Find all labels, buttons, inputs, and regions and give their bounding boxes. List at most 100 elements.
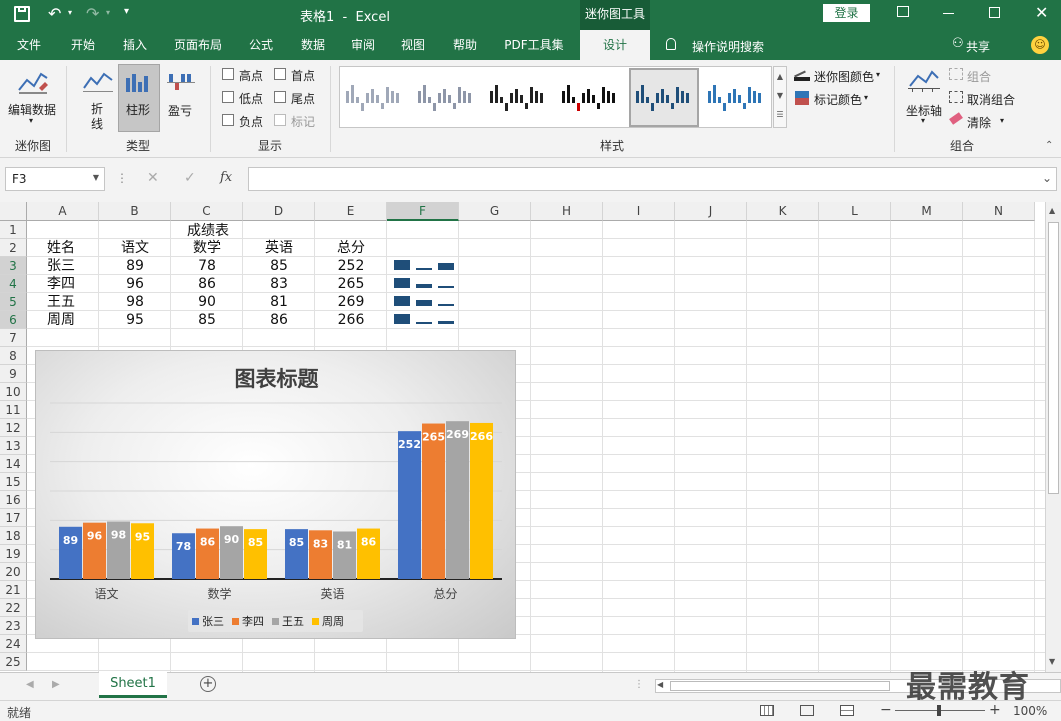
ungroup-button[interactable]: 取消组合 <box>967 91 1015 108</box>
row-header-23[interactable]: 23 <box>0 617 27 635</box>
data-cell[interactable]: 86 <box>243 311 315 329</box>
header-cell[interactable]: 总分 <box>315 239 387 257</box>
undo-icon[interactable]: ↶ <box>48 4 61 23</box>
bar-王五-总分[interactable] <box>446 421 469 579</box>
data-cell[interactable]: 王五 <box>27 293 99 311</box>
row-header-6[interactable]: 6 <box>0 311 27 329</box>
tab-home[interactable]: 开始 <box>58 30 108 60</box>
row-header-11[interactable]: 11 <box>0 401 27 419</box>
data-cell[interactable]: 85 <box>171 311 243 329</box>
marker-color-button[interactable]: 标记颜色 <box>814 91 862 108</box>
page-break-view-icon[interactable] <box>840 705 854 716</box>
column-header-K[interactable]: K <box>747 202 819 221</box>
column-header-M[interactable]: M <box>891 202 963 221</box>
tab-pdf-tools[interactable]: PDF工具集 <box>494 30 574 60</box>
scroll-left-icon[interactable]: ◀ <box>657 680 663 689</box>
clear-arrow[interactable]: ▾ <box>1000 116 1004 125</box>
zoom-level[interactable]: 100% <box>1013 704 1047 718</box>
row-header-22[interactable]: 22 <box>0 599 27 617</box>
expand-formula-icon[interactable]: ⌄ <box>1042 171 1052 185</box>
first-point-checkbox[interactable] <box>274 68 286 80</box>
vertical-scrollbar[interactable]: ▲ ▼ <box>1045 202 1061 672</box>
row-header-20[interactable]: 20 <box>0 563 27 581</box>
next-sheet-icon[interactable]: ▶ <box>52 679 60 690</box>
row-header-21[interactable]: 21 <box>0 581 27 599</box>
axis-button[interactable]: 坐标轴 ▾ <box>902 66 946 132</box>
row-header-12[interactable]: 12 <box>0 419 27 437</box>
collapse-ribbon-icon[interactable]: ⌃ <box>1045 140 1053 151</box>
high-point-checkbox[interactable] <box>222 68 234 80</box>
smiley-icon[interactable]: ☺ <box>1031 36 1049 54</box>
zoom-out-icon[interactable]: − <box>880 702 892 718</box>
redo-dropdown-icon[interactable]: ▾ <box>106 8 110 17</box>
name-box-dropdown-icon[interactable]: ▼ <box>93 173 99 182</box>
data-cell[interactable]: 269 <box>315 293 387 311</box>
minimize-icon[interactable] <box>943 13 954 14</box>
data-cell[interactable]: 李四 <box>27 275 99 293</box>
data-cell[interactable]: 98 <box>99 293 171 311</box>
column-header-J[interactable]: J <box>675 202 747 221</box>
column-header-B[interactable]: B <box>99 202 171 221</box>
redo-icon[interactable]: ↷ <box>86 4 99 23</box>
data-cell[interactable]: 83 <box>243 275 315 293</box>
low-point-checkbox[interactable] <box>222 91 234 103</box>
tab-view[interactable]: 视图 <box>388 30 438 60</box>
row-header-10[interactable]: 10 <box>0 383 27 401</box>
maximize-icon[interactable] <box>989 7 1000 18</box>
scroll-up-icon[interactable]: ▲ <box>1049 206 1055 215</box>
data-cell[interactable]: 周周 <box>27 311 99 329</box>
column-header-D[interactable]: D <box>243 202 315 221</box>
clear-button[interactable]: 清除 <box>967 114 991 131</box>
tab-file[interactable]: 文件 <box>4 30 54 60</box>
column-header-A[interactable]: A <box>27 202 99 221</box>
undo-dropdown-icon[interactable]: ▾ <box>68 8 72 17</box>
data-cell[interactable]: 张三 <box>27 257 99 275</box>
column-header-I[interactable]: I <box>603 202 675 221</box>
bar-李四-总分[interactable] <box>422 423 445 579</box>
page-layout-view-icon[interactable] <box>800 705 814 716</box>
cancel-formula-icon[interactable]: ✕ <box>147 170 159 186</box>
negative-point-checkbox[interactable] <box>222 114 234 126</box>
row-header-5[interactable]: 5 <box>0 293 27 311</box>
sparkline-color-button[interactable]: 迷你图颜色 <box>814 68 874 85</box>
row-header-3[interactable]: 3 <box>0 257 27 275</box>
row-header-19[interactable]: 19 <box>0 545 27 563</box>
chart-legend[interactable]: 张三 李四 王五 周周 <box>188 610 363 632</box>
row-header-9[interactable]: 9 <box>0 365 27 383</box>
legend-item[interactable]: 李四 <box>232 613 264 629</box>
legend-item[interactable]: 张三 <box>192 613 224 629</box>
edit-data-button[interactable]: 编辑数据 ▾ <box>6 66 60 130</box>
header-cell[interactable]: 数学 <box>171 239 243 257</box>
row-header-14[interactable]: 14 <box>0 455 27 473</box>
header-cell[interactable]: 姓名 <box>27 239 99 257</box>
customize-qat-icon[interactable]: ▾ <box>124 6 129 17</box>
line-sparkline-button[interactable]: 折 线 <box>78 66 118 132</box>
data-cell[interactable]: 95 <box>99 311 171 329</box>
normal-view-icon[interactable] <box>760 705 774 716</box>
data-cell[interactable]: 86 <box>171 275 243 293</box>
tab-data[interactable]: 数据 <box>288 30 338 60</box>
row-header-18[interactable]: 18 <box>0 527 27 545</box>
tab-help[interactable]: 帮助 <box>440 30 490 60</box>
data-cell[interactable]: 81 <box>243 293 315 311</box>
data-cell[interactable]: 96 <box>99 275 171 293</box>
header-cell[interactable]: 语文 <box>99 239 171 257</box>
data-cell[interactable]: 252 <box>315 257 387 275</box>
sparkline-color-arrow[interactable]: ▾ <box>876 70 880 79</box>
data-cell[interactable]: 78 <box>171 257 243 275</box>
tab-insert[interactable]: 插入 <box>110 30 160 60</box>
bar-张三-总分[interactable] <box>398 431 421 579</box>
data-cell[interactable]: 90 <box>171 293 243 311</box>
column-header-E[interactable]: E <box>315 202 387 221</box>
header-cell[interactable]: 英语 <box>243 239 315 257</box>
tab-design[interactable]: 设计 <box>580 30 650 60</box>
marker-color-arrow[interactable]: ▾ <box>864 93 868 102</box>
row-header-25[interactable]: 25 <box>0 653 27 671</box>
data-cell[interactable]: 89 <box>99 257 171 275</box>
column-header-C[interactable]: C <box>171 202 243 221</box>
formula-input[interactable]: ⌄ <box>248 167 1057 191</box>
login-button[interactable]: 登录 <box>823 4 870 22</box>
bar-周周-总分[interactable] <box>470 422 493 579</box>
ribbon-display-icon[interactable] <box>897 6 909 17</box>
zoom-slider[interactable] <box>895 705 985 716</box>
